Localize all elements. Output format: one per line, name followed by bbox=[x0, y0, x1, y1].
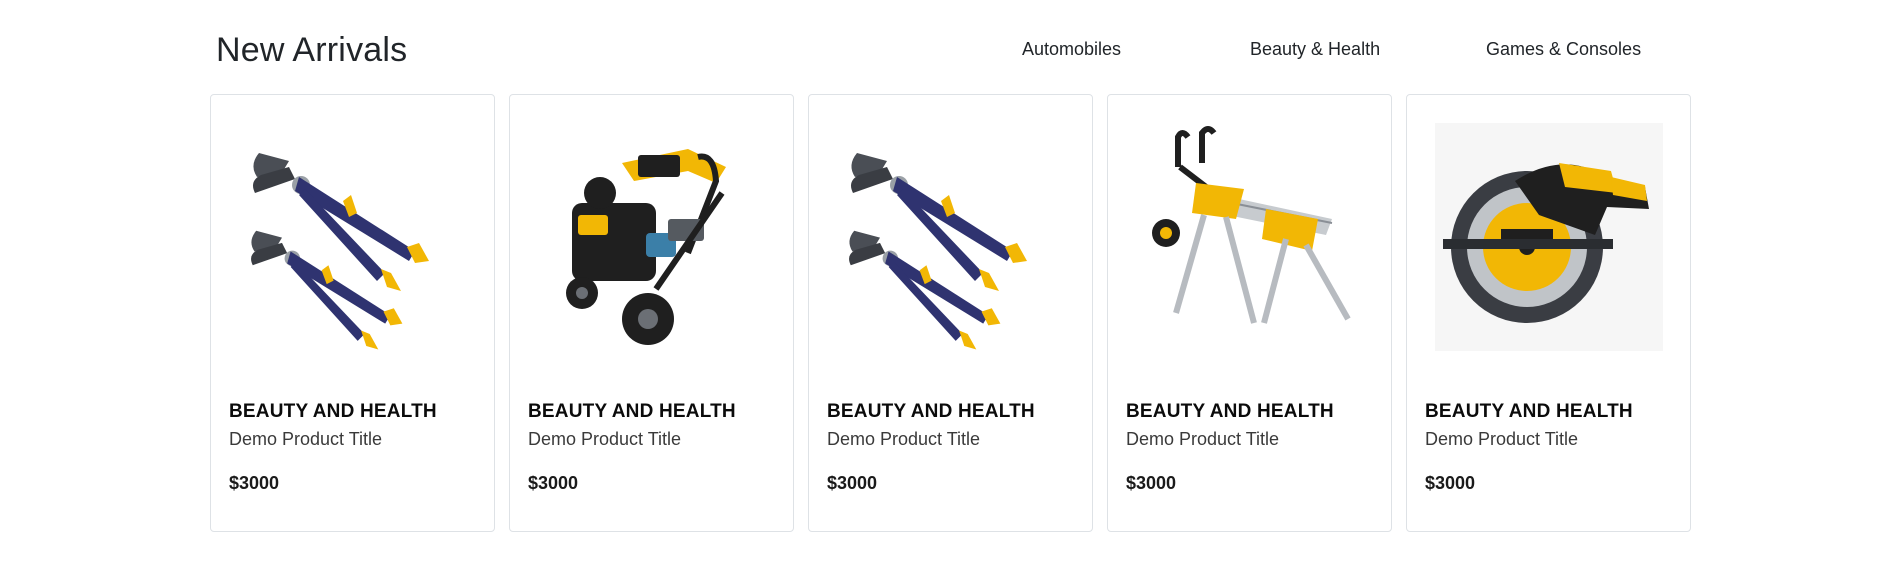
product-title[interactable]: Demo Product Title bbox=[229, 429, 382, 450]
category-tabs: Automobiles Beauty & Health Games & Cons… bbox=[210, 36, 1692, 62]
product-category: BEAUTY AND HEALTH bbox=[827, 401, 1035, 422]
product-card[interactable]: BEAUTY AND HEALTH Demo Product Title $30… bbox=[808, 94, 1093, 532]
tab-beauty-health[interactable]: Beauty & Health bbox=[1250, 36, 1380, 62]
product-title[interactable]: Demo Product Title bbox=[1425, 429, 1578, 450]
product-price: $3000 bbox=[827, 473, 878, 493]
product-title[interactable]: Demo Product Title bbox=[827, 429, 980, 450]
product-price: $3000 bbox=[1425, 473, 1476, 493]
product-price: $3000 bbox=[1126, 473, 1177, 493]
circular-saw-icon[interactable] bbox=[1435, 123, 1663, 351]
product-title[interactable]: Demo Product Title bbox=[1126, 429, 1279, 450]
product-card[interactable]: BEAUTY AND HEALTH Demo Product Title $30… bbox=[1406, 94, 1691, 532]
product-category: BEAUTY AND HEALTH bbox=[1425, 401, 1633, 422]
product-card[interactable]: BEAUTY AND HEALTH Demo Product Title $30… bbox=[1107, 94, 1392, 532]
product-category: BEAUTY AND HEALTH bbox=[229, 401, 437, 422]
product-category: BEAUTY AND HEALTH bbox=[528, 401, 736, 422]
tab-games-consoles[interactable]: Games & Consoles bbox=[1486, 36, 1641, 62]
product-card[interactable]: BEAUTY AND HEALTH Demo Product Title $30… bbox=[210, 94, 495, 532]
tab-automobiles[interactable]: Automobiles bbox=[1022, 36, 1121, 62]
pliers-icon[interactable] bbox=[837, 123, 1065, 351]
saw-stand-icon[interactable] bbox=[1136, 123, 1364, 351]
pressure-washer-icon[interactable] bbox=[538, 123, 766, 351]
product-grid: BEAUTY AND HEALTH Demo Product Title $30… bbox=[210, 94, 1692, 534]
product-category: BEAUTY AND HEALTH bbox=[1126, 401, 1334, 422]
new-arrivals-section: New Arrivals Automobiles Beauty & Health… bbox=[210, 0, 1692, 572]
product-title[interactable]: Demo Product Title bbox=[528, 429, 681, 450]
product-price: $3000 bbox=[229, 473, 280, 493]
product-card[interactable]: BEAUTY AND HEALTH Demo Product Title $30… bbox=[509, 94, 794, 532]
pliers-icon[interactable] bbox=[239, 123, 467, 351]
product-price: $3000 bbox=[528, 473, 579, 493]
